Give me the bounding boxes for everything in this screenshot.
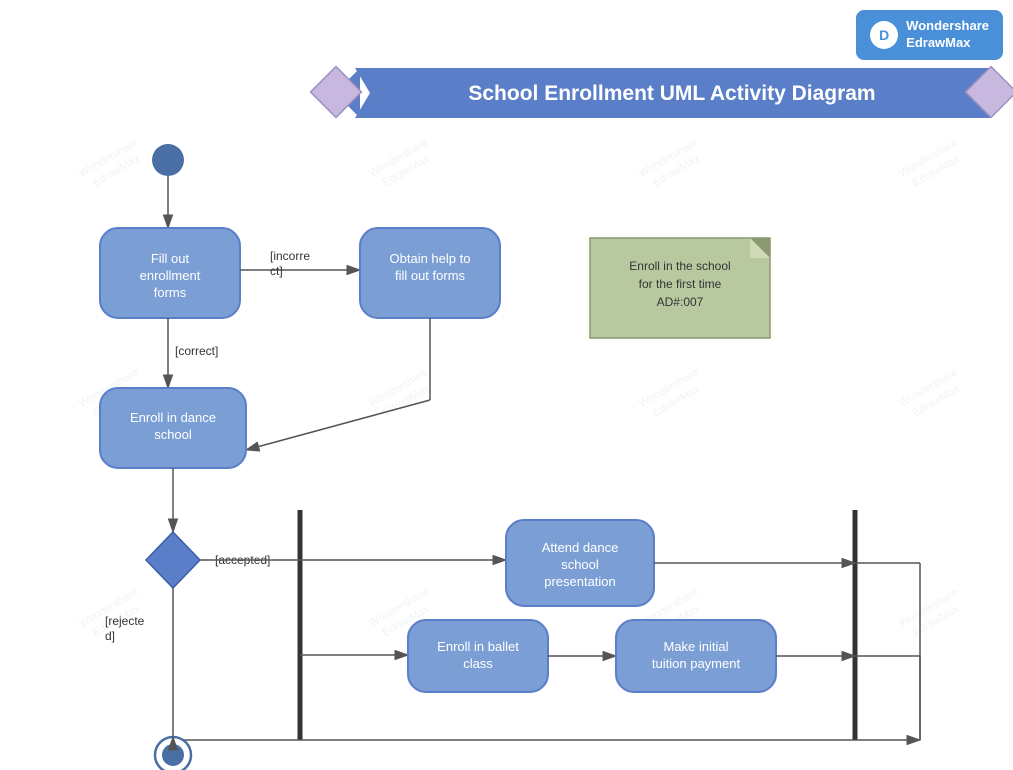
svg-text:Enroll in the school: Enroll in the school xyxy=(629,259,730,273)
svg-text:tuition payment: tuition payment xyxy=(652,656,741,671)
svg-text:fill out forms: fill out forms xyxy=(395,268,466,283)
svg-text:d]: d] xyxy=(105,629,115,643)
svg-text:ct]: ct] xyxy=(270,264,283,278)
diagram-title: School Enrollment UML Activity Diagram xyxy=(468,82,875,105)
svg-text:Obtain help to: Obtain help to xyxy=(390,251,471,266)
app-logo: D xyxy=(870,21,898,49)
svg-text:forms: forms xyxy=(154,285,187,300)
svg-text:enrollment: enrollment xyxy=(140,268,201,283)
svg-text:class: class xyxy=(463,656,493,671)
decision-diamond xyxy=(146,532,200,588)
uml-diagram: School Enrollment UML Activity Diagram F… xyxy=(0,60,1013,770)
svg-text:Enroll in dance: Enroll in dance xyxy=(130,410,216,425)
svg-text:school: school xyxy=(154,427,192,442)
start-node xyxy=(152,144,184,176)
svg-text:presentation: presentation xyxy=(544,574,616,589)
svg-text:[incorre: [incorre xyxy=(270,249,310,263)
svg-text:Enroll in ballet: Enroll in ballet xyxy=(437,639,519,654)
svg-text:school: school xyxy=(561,557,599,572)
svg-text:Fill out: Fill out xyxy=(151,251,190,266)
end-node-inner xyxy=(162,744,184,766)
svg-text:Make initial: Make initial xyxy=(663,639,728,654)
branding-bar: D Wondershare EdrawMax xyxy=(856,10,1003,60)
svg-text:[correct]: [correct] xyxy=(175,344,218,358)
svg-text:AD#:007: AD#:007 xyxy=(657,295,704,309)
svg-text:for the first time: for the first time xyxy=(639,277,722,291)
app-name: Wondershare EdrawMax xyxy=(906,18,989,52)
svg-text:[rejecte: [rejecte xyxy=(105,614,145,628)
svg-text:Attend dance: Attend dance xyxy=(542,540,619,555)
